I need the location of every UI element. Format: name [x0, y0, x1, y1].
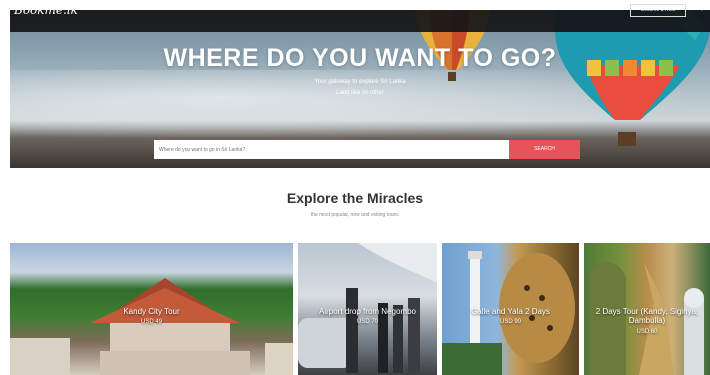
- tour-card-title: Kandy City Tour: [123, 307, 180, 316]
- tour-card-galle-yala[interactable]: Galle and Yala 2 Days USD 90: [442, 243, 579, 375]
- tour-card-price: USD 60: [636, 329, 658, 335]
- top-nav-bar: [10, 10, 710, 32]
- tour-card-airport-drop[interactable]: Airport drop from Negombo USD 70: [298, 243, 437, 375]
- become-host-button[interactable]: Become a Host: [630, 4, 686, 17]
- hot-air-balloon-large-image: [555, 10, 710, 146]
- search-input[interactable]: [154, 140, 509, 159]
- tour-card-price: USD 70: [356, 319, 378, 325]
- tour-card-title: Galle and Yala 2 Days: [471, 307, 550, 316]
- tour-card-price: USD 90: [499, 319, 521, 325]
- search-button[interactable]: SEARCH: [509, 140, 580, 159]
- tour-card-title: Airport drop from Negombo: [319, 307, 416, 316]
- tour-card-kandy-sigiriya-dambulla[interactable]: 2 Days Tour (Kandy, Sigiriya, Dambulla) …: [584, 243, 710, 375]
- site-logo[interactable]: Bookme.lk: [14, 3, 78, 17]
- tour-card-kandy-city[interactable]: Kandy City Tour USD 49: [10, 243, 293, 375]
- tour-card-price: USD 49: [140, 319, 162, 325]
- hero-subtitle-line2: Land like no other: [336, 90, 384, 96]
- tour-card-title: 2 Days Tour (Kandy, Sigiriya, Dambulla): [595, 307, 699, 325]
- hero-title: WHERE DO YOU WANT TO GO?: [163, 44, 557, 72]
- help-link[interactable]: Help: [694, 6, 704, 12]
- section-title: Explore the Miracles: [286, 190, 424, 206]
- section-subtitle: the most popular, new and exiting tours.: [310, 212, 400, 218]
- hero-subtitle-line1: Your gateway to explore Sri Lanka: [314, 79, 406, 85]
- page: Bookme.lk Become a Host Help WHERE DO YO…: [0, 0, 710, 375]
